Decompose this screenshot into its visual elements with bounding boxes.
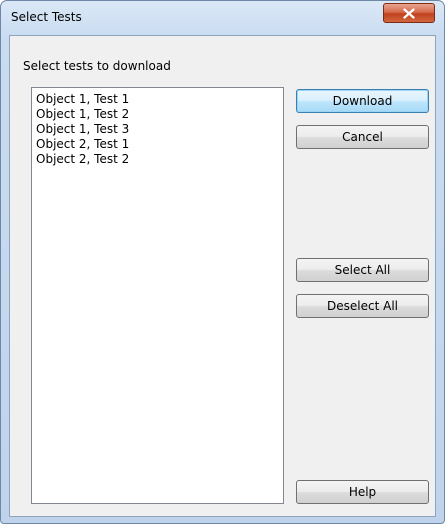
window-title: Select Tests	[11, 10, 82, 24]
instruction-label: Select tests to download	[23, 59, 171, 73]
close-icon	[403, 7, 415, 19]
download-button[interactable]: Download	[296, 89, 429, 113]
help-button[interactable]: Help	[296, 480, 429, 504]
title-bar[interactable]: Select Tests	[1, 1, 444, 35]
list-item[interactable]: Object 2, Test 1	[36, 137, 283, 152]
list-item[interactable]: Object 1, Test 2	[36, 107, 283, 122]
list-item[interactable]: Object 1, Test 1	[36, 92, 283, 107]
list-item[interactable]: Object 1, Test 3	[36, 122, 283, 137]
tests-listbox[interactable]: Object 1, Test 1 Object 1, Test 2 Object…	[31, 87, 284, 504]
cancel-button[interactable]: Cancel	[296, 125, 429, 149]
list-item[interactable]: Object 2, Test 2	[36, 152, 283, 167]
select-all-button[interactable]: Select All	[296, 258, 429, 282]
deselect-all-button[interactable]: Deselect All	[296, 294, 429, 318]
close-button[interactable]	[383, 3, 435, 23]
